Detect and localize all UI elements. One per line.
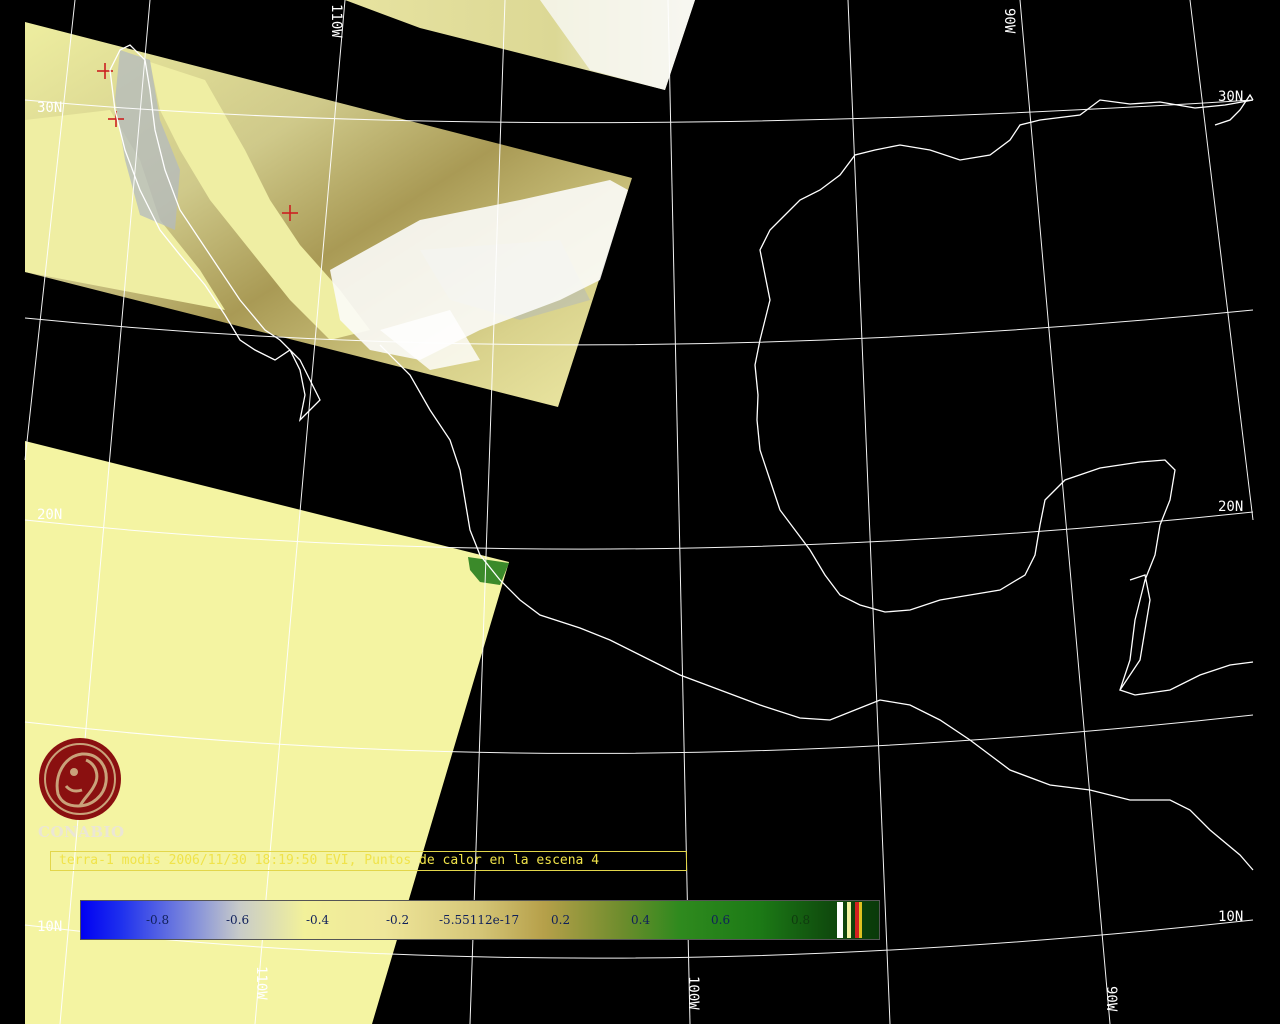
label-lon-100w-bottom: 100W: [685, 976, 701, 1010]
colorbar-tick-label: -0.8: [146, 913, 170, 927]
colorbar-tick-label: 0.2: [551, 913, 571, 927]
colorbar-tick-label: 0.6: [711, 913, 731, 927]
colorbar-tick-label: -0.6: [226, 913, 250, 927]
colorbar-tick-label: -0.2: [386, 913, 410, 927]
colorbar-nodata-swatch: [847, 902, 851, 938]
label-lat-30n-right: 30N: [1218, 89, 1244, 105]
colorbar-coast-swatch: [859, 902, 862, 938]
label-lat-10n-right: 10N: [1218, 909, 1244, 925]
colorbar-tick-label: -0.4: [306, 913, 330, 927]
colorbar-tick-label: -5.55112e-17: [439, 913, 520, 927]
label-lat-30n-left: 30N: [37, 100, 63, 116]
scene-caption: terra-1 modis 2006/11/30 18:19:50 EVI, P…: [50, 851, 687, 871]
colorbar-tick-label: 0.8: [791, 913, 811, 927]
label-lon-110w-bottom: 110W: [253, 966, 269, 1000]
label-lat-10n-left: 10N: [37, 919, 63, 935]
label-lon-90w-top: 90W: [1001, 8, 1017, 34]
colorbar-tick-label: 0.4: [631, 913, 651, 927]
label-lat-20n-right: 20N: [1218, 499, 1244, 515]
conabio-logo-text: CONABIO: [38, 823, 125, 841]
label-lon-90w-bottom: 90W: [1103, 986, 1119, 1012]
label-lon-110w-top: 110W: [328, 4, 344, 38]
colorbar-cloud-swatch: [837, 902, 843, 938]
label-lat-20n-left: 20N: [37, 507, 63, 523]
evi-colorbar: -0.8 -0.6 -0.4 -0.2 -5.55112e-17 0.2 0.4…: [80, 900, 880, 940]
